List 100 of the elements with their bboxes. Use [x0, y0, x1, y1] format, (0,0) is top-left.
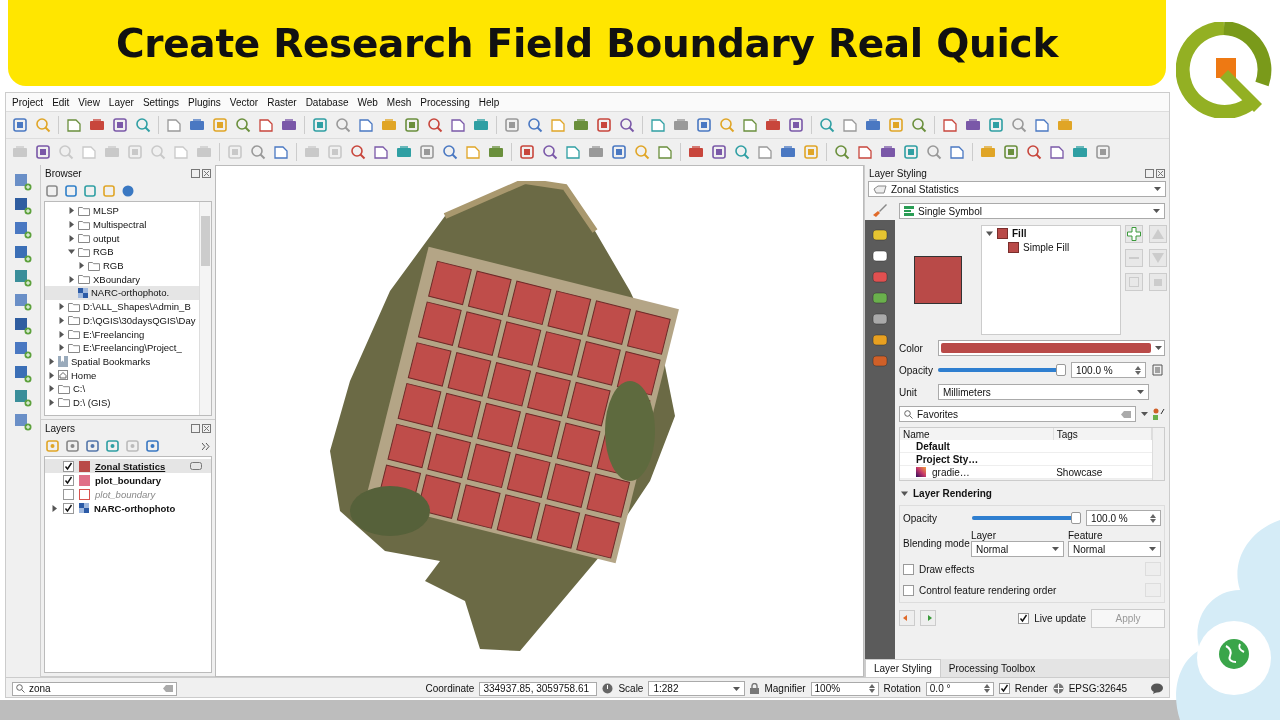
checkbox[interactable] [63, 502, 74, 514]
spin-arrows-icon[interactable] [1150, 513, 1156, 523]
tool-icon[interactable] [519, 144, 535, 160]
menu-item[interactable]: Help [478, 96, 500, 108]
tool-icon[interactable] [404, 117, 420, 133]
renderer-combo[interactable]: Single Symbol [899, 203, 1165, 219]
tool-icon[interactable] [250, 144, 266, 160]
layer-combo[interactable]: Zonal Statistics [868, 181, 1166, 197]
tool-icon[interactable] [757, 144, 773, 160]
tool-icon[interactable] [988, 117, 1004, 133]
checkbox[interactable] [903, 563, 914, 575]
menu-item[interactable]: Database [305, 96, 349, 108]
slider-thumb[interactable] [1071, 512, 1081, 524]
symbol-layer[interactable]: Fill [1012, 227, 1027, 239]
tree-item[interactable]: RGB [93, 246, 114, 258]
add-layer-icon[interactable] [14, 269, 32, 287]
tool-icon[interactable] [880, 144, 896, 160]
tool-icon[interactable] [135, 117, 151, 133]
expand-arrow-icon[interactable] [68, 207, 75, 215]
add-layer-icon[interactable] [14, 413, 32, 431]
dock-buttons-icon[interactable] [191, 168, 211, 178]
layer-name[interactable]: NARC-orthophoto [94, 502, 176, 514]
expand-arrow-icon[interactable] [48, 357, 55, 365]
tool-icon[interactable] [1003, 144, 1019, 160]
tree-item[interactable]: E:\Freelancing\Project_ [83, 342, 182, 354]
tool-icon[interactable] [965, 117, 981, 133]
symbol-layer[interactable]: Simple Fill [1023, 241, 1070, 253]
tree-item[interactable]: MLSP [93, 205, 119, 217]
tool-icon[interactable] [765, 117, 781, 133]
tool-icon[interactable] [84, 185, 96, 197]
tool-icon[interactable] [281, 117, 297, 133]
expand-arrow-icon[interactable] [901, 489, 908, 497]
expand-arrow-icon[interactable] [48, 398, 55, 406]
tool-icon[interactable] [358, 117, 374, 133]
tool-icon[interactable] [711, 144, 727, 160]
tool-icon[interactable] [112, 117, 128, 133]
add-layer-icon[interactable] [14, 389, 32, 407]
tree-item[interactable]: RGB [103, 260, 124, 272]
tree-item[interactable]: Home [71, 369, 97, 381]
tool-icon[interactable] [258, 117, 274, 133]
scrollbar-thumb[interactable] [201, 216, 210, 266]
tool-icon[interactable] [450, 117, 466, 133]
tool-icon[interactable] [122, 185, 134, 197]
tool-icon[interactable] [504, 117, 520, 133]
expand-arrow-icon[interactable] [68, 221, 75, 229]
crs-icon[interactable] [1052, 683, 1064, 694]
spin-arrows-icon[interactable] [868, 684, 875, 693]
tool-icon[interactable] [857, 144, 873, 160]
layer-blend-combo[interactable]: Normal [971, 541, 1064, 557]
expand-arrow-icon[interactable] [58, 316, 65, 324]
menu-item[interactable]: Mesh [386, 96, 412, 108]
dock-buttons-icon[interactable] [191, 423, 211, 433]
tool-icon[interactable] [442, 144, 458, 160]
tool-icon[interactable] [550, 117, 566, 133]
tool-icon[interactable] [189, 117, 205, 133]
tool-icon[interactable] [273, 144, 289, 160]
tool-icon[interactable] [1072, 144, 1088, 160]
layer-name[interactable]: plot_boundary [95, 488, 156, 500]
tool-icon[interactable] [1095, 144, 1111, 160]
tool-icon[interactable] [1026, 144, 1042, 160]
tool-icon[interactable] [1049, 144, 1065, 160]
tool-icon[interactable] [488, 144, 504, 160]
tool-icon[interactable] [742, 117, 758, 133]
tool-icon[interactable] [86, 440, 99, 452]
tool-icon[interactable] [396, 144, 412, 160]
tree-item[interactable]: Multispectral [93, 219, 147, 231]
checkbox[interactable] [63, 460, 74, 472]
tool-icon[interactable] [12, 117, 28, 133]
add-layer-icon[interactable] [14, 317, 32, 335]
add-layer-icon[interactable] [14, 197, 32, 215]
style-tab-icon[interactable] [872, 334, 888, 346]
opacity-field[interactable]: 100.0 % [1086, 510, 1161, 526]
tool-icon[interactable] [780, 144, 796, 160]
checkbox[interactable] [1018, 612, 1030, 624]
tree-item[interactable]: XBoundary [93, 273, 140, 285]
tool-icon[interactable] [911, 117, 927, 133]
expand-arrow-icon[interactable] [78, 262, 85, 270]
tool-icon[interactable] [1034, 117, 1050, 133]
tool-icon[interactable] [89, 117, 105, 133]
style-manager-icon[interactable] [1153, 408, 1165, 420]
menu-item[interactable]: Processing [420, 96, 470, 108]
tree-item[interactable]: E:\Freelancing [83, 328, 145, 340]
clear-icon[interactable] [163, 685, 173, 692]
tool-icon[interactable] [573, 117, 589, 133]
menu-item[interactable]: Vector [229, 96, 259, 108]
add-layer-icon[interactable] [14, 221, 32, 239]
dock-buttons-icon[interactable] [1145, 168, 1165, 178]
menu-item[interactable]: View [78, 96, 100, 108]
tool-icon[interactable] [427, 117, 443, 133]
tool-icon[interactable] [465, 144, 481, 160]
locator-field[interactable]: zona [12, 681, 177, 696]
undo-icon[interactable] [899, 610, 915, 626]
tool-icon[interactable] [611, 144, 627, 160]
tool-icon[interactable] [235, 117, 251, 133]
tool-icon[interactable] [942, 117, 958, 133]
tool-icon[interactable] [312, 117, 328, 133]
tool-icon[interactable] [650, 117, 666, 133]
checkbox[interactable] [63, 474, 74, 486]
rotation-field[interactable]: 0.0 ° [925, 681, 994, 696]
tree-item[interactable]: C:\ [73, 383, 86, 395]
